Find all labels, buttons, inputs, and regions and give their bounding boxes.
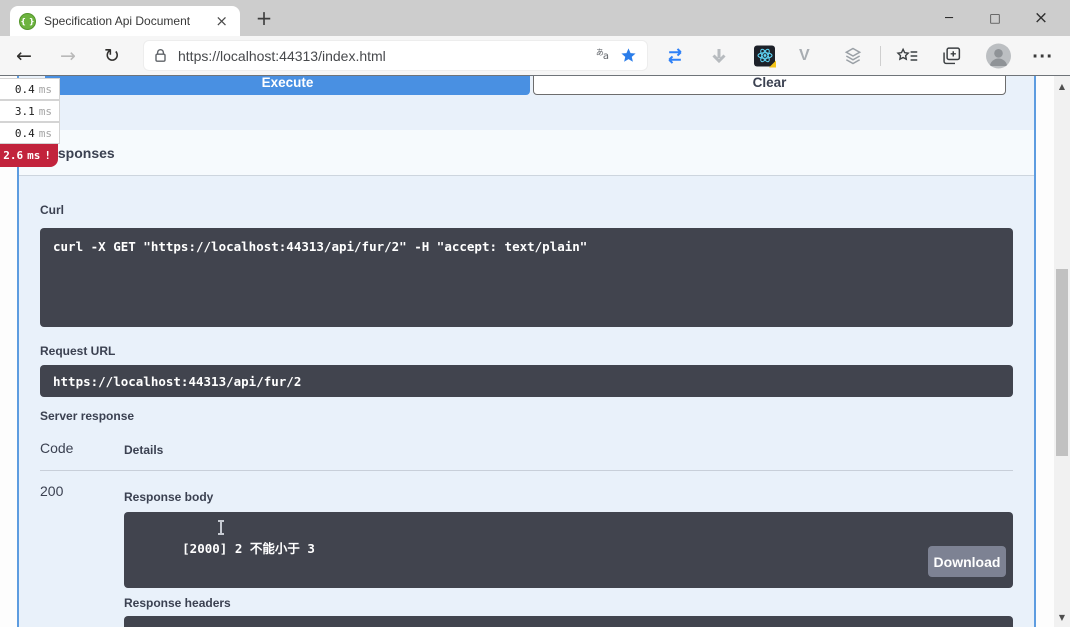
scroll-up-icon[interactable]: ▲ bbox=[1054, 78, 1070, 94]
tab-close-icon[interactable]: × bbox=[212, 12, 231, 30]
response-body-text: [2000] 2 不能小于 3 bbox=[182, 541, 315, 556]
timing-unit: ms bbox=[39, 127, 52, 140]
execute-button-row: Execute Clear bbox=[19, 76, 1034, 95]
swagger-get-opblock: Execute Clear Responses Curl curl -X GET… bbox=[17, 76, 1036, 627]
toolbar-separator bbox=[880, 46, 881, 66]
text-cursor bbox=[220, 521, 222, 534]
favorite-star-icon[interactable] bbox=[620, 47, 637, 64]
request-url-block: https://localhost:44313/api/fur/2 bbox=[40, 365, 1013, 397]
timing-value: 0.4 bbox=[15, 127, 35, 140]
response-body-block: [2000] 2 不能小于 3 Download bbox=[124, 512, 1013, 588]
curl-command-block[interactable]: curl -X GET "https://localhost:44313/api… bbox=[40, 228, 1013, 327]
browser-toolbar: ← → ↻ https://localhost:44313/index.html… bbox=[0, 36, 1070, 76]
lock-icon bbox=[154, 48, 167, 63]
translate-a-glyph: a bbox=[603, 51, 608, 62]
timing-chip-error: 2.6 ms ! bbox=[0, 144, 58, 167]
clear-button[interactable]: Clear bbox=[533, 76, 1006, 95]
layers-extension-icon[interactable] bbox=[843, 46, 863, 66]
curl-label: Curl bbox=[40, 203, 64, 217]
avatar-icon bbox=[986, 43, 1011, 68]
refresh-icon[interactable]: ↻ bbox=[104, 45, 120, 67]
browser-tab[interactable]: { } Specification Api Document × bbox=[10, 6, 240, 36]
scrollbar-thumb[interactable] bbox=[1056, 269, 1068, 456]
warning-triangle-icon bbox=[769, 60, 776, 67]
swap-arrows-extension-icon[interactable] bbox=[665, 47, 685, 65]
timing-alert: ! bbox=[44, 149, 51, 162]
forward-icon[interactable]: → bbox=[60, 45, 76, 67]
vertical-scrollbar[interactable]: ▲ ▼ bbox=[1054, 76, 1070, 627]
timing-value: 0.4 bbox=[15, 83, 35, 96]
atom-icon bbox=[754, 45, 775, 66]
response-status-code: 200 bbox=[40, 483, 63, 499]
code-column-header: Code bbox=[40, 440, 73, 456]
timing-unit: ms bbox=[39, 105, 52, 118]
timing-value: 3.1 bbox=[15, 105, 35, 118]
maximize-button[interactable]: □ bbox=[972, 0, 1018, 36]
new-tab-button[interactable]: + bbox=[252, 5, 276, 31]
timing-chip: 3.1 ms bbox=[0, 100, 60, 122]
timing-chip: 0.4 ms bbox=[0, 122, 60, 144]
translate-kana-glyph: あ bbox=[596, 48, 603, 57]
timing-chip: 0.4 ms bbox=[0, 78, 60, 100]
timing-unit: ms bbox=[39, 83, 52, 96]
url-text: https://localhost:44313/index.html bbox=[178, 48, 596, 64]
settings-menu-icon[interactable]: ··· bbox=[1032, 46, 1053, 65]
close-button[interactable]: × bbox=[1018, 0, 1064, 36]
minimize-button[interactable]: ─ bbox=[926, 0, 972, 36]
react-devtools-extension-icon[interactable] bbox=[754, 45, 775, 66]
scroll-down-icon[interactable]: ▼ bbox=[1054, 609, 1070, 625]
page-content: Execute Clear Responses Curl curl -X GET… bbox=[0, 76, 1054, 627]
response-headers-label: Response headers bbox=[124, 596, 231, 610]
collections-icon[interactable] bbox=[941, 45, 962, 66]
details-column-header: Details bbox=[124, 443, 163, 457]
address-bar[interactable]: https://localhost:44313/index.html あa bbox=[143, 40, 648, 71]
tab-title: Specification Api Document bbox=[44, 14, 212, 28]
download-button[interactable]: Download bbox=[928, 546, 1006, 577]
back-icon[interactable]: ← bbox=[16, 45, 32, 67]
browser-titlebar: { } Specification Api Document × + ─ □ × bbox=[0, 0, 1070, 36]
request-url-label: Request URL bbox=[40, 344, 115, 358]
response-body-label: Response body bbox=[124, 490, 213, 504]
favorites-bar-icon[interactable] bbox=[896, 46, 919, 65]
timing-unit: ms bbox=[27, 149, 40, 162]
response-headers-block bbox=[124, 616, 1013, 627]
profile-avatar[interactable] bbox=[986, 43, 1011, 68]
window-controls: ─ □ × bbox=[926, 0, 1064, 36]
timing-overlay: 0.4 ms 3.1 ms 0.4 ms 2.6 ms ! bbox=[0, 78, 60, 167]
server-response-label: Server response bbox=[40, 409, 134, 423]
download-arrow-extension-icon[interactable] bbox=[711, 47, 727, 65]
responses-section-header: Responses bbox=[19, 130, 1034, 176]
table-header-divider bbox=[40, 470, 1013, 471]
swagger-favicon-icon: { } bbox=[19, 13, 36, 30]
execute-button[interactable]: Execute bbox=[45, 76, 530, 95]
timing-value: 2.6 bbox=[3, 149, 23, 162]
translate-icon[interactable]: あa bbox=[596, 49, 608, 62]
vue-devtools-extension-icon[interactable]: V bbox=[799, 47, 810, 65]
